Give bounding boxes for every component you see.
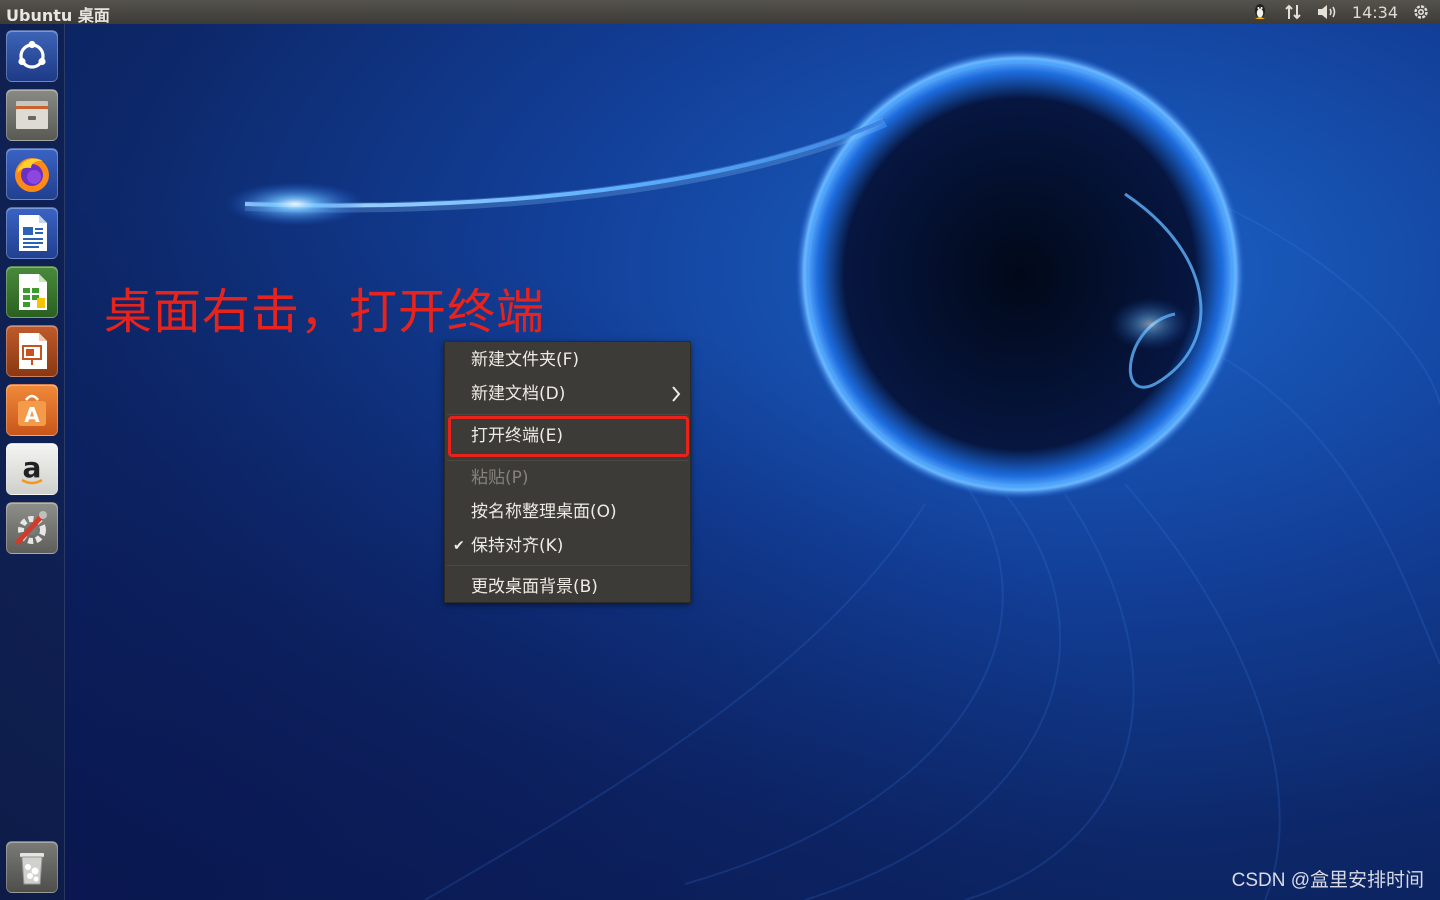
- annotation-highlight-box: [448, 416, 689, 457]
- svg-text:A: A: [24, 403, 40, 427]
- libreoffice-calc-icon[interactable]: [6, 266, 58, 318]
- software-center-icon[interactable]: A: [6, 384, 58, 436]
- menu-item-label: 新建文档(D): [471, 384, 566, 404]
- system-settings-icon[interactable]: [6, 502, 58, 554]
- menu-item-label: 保持对齐(K): [471, 536, 564, 556]
- watermark: CSDN @盒里安排时间: [1231, 870, 1424, 891]
- menu-separator: [447, 460, 688, 461]
- trash-icon[interactable]: [6, 841, 58, 893]
- menu-separator: [447, 414, 688, 415]
- menu-item-keep-aligned[interactable]: ✔ 保持对齐(K): [445, 530, 690, 562]
- annotation-text: 桌面右击，打开终端: [104, 284, 546, 340]
- amazon-icon[interactable]: a: [6, 443, 58, 495]
- svg-text:a: a: [23, 451, 42, 484]
- files-icon[interactable]: [6, 89, 58, 141]
- menu-item-new-folder[interactable]: 新建文件夹(F): [445, 344, 690, 376]
- menu-item-label: 更改桌面背景(B): [471, 577, 598, 597]
- chevron-right-icon: [672, 386, 681, 402]
- menu-item-label: 粘贴(P): [471, 468, 529, 488]
- menu-item-label: 按名称整理桌面(O): [471, 502, 617, 522]
- input-method-icon[interactable]: [1250, 0, 1270, 24]
- top-panel: Ubuntu 桌面 14:34: [0, 0, 1440, 25]
- checkmark-icon: ✔: [453, 538, 465, 554]
- volume-icon[interactable]: [1316, 0, 1338, 24]
- desktop-wallpaper[interactable]: [65, 24, 1440, 900]
- menu-item-label: 新建文件夹(F): [471, 350, 580, 370]
- launcher: A a: [0, 24, 65, 900]
- network-icon[interactable]: [1284, 0, 1302, 24]
- indicator-area: 14:34: [1250, 0, 1430, 24]
- gear-icon[interactable]: [1412, 0, 1430, 24]
- ubuntu-dash-icon[interactable]: [6, 30, 58, 82]
- menu-item-paste: 粘贴(P): [445, 462, 690, 494]
- desktop-context-menu: 新建文件夹(F) 新建文档(D) 打开终端(E) 粘贴(P) 按名称整理桌面(O…: [444, 341, 691, 603]
- firefox-icon[interactable]: [6, 148, 58, 200]
- libreoffice-writer-icon[interactable]: [6, 207, 58, 259]
- menu-item-new-document[interactable]: 新建文档(D): [445, 378, 690, 410]
- menu-separator: [447, 565, 688, 566]
- window-title: Ubuntu 桌面: [6, 6, 110, 25]
- menu-item-organize-by-name[interactable]: 按名称整理桌面(O): [445, 496, 690, 528]
- clock[interactable]: 14:34: [1352, 0, 1398, 24]
- menu-item-change-background[interactable]: 更改桌面背景(B): [445, 571, 690, 603]
- libreoffice-impress-icon[interactable]: [6, 325, 58, 377]
